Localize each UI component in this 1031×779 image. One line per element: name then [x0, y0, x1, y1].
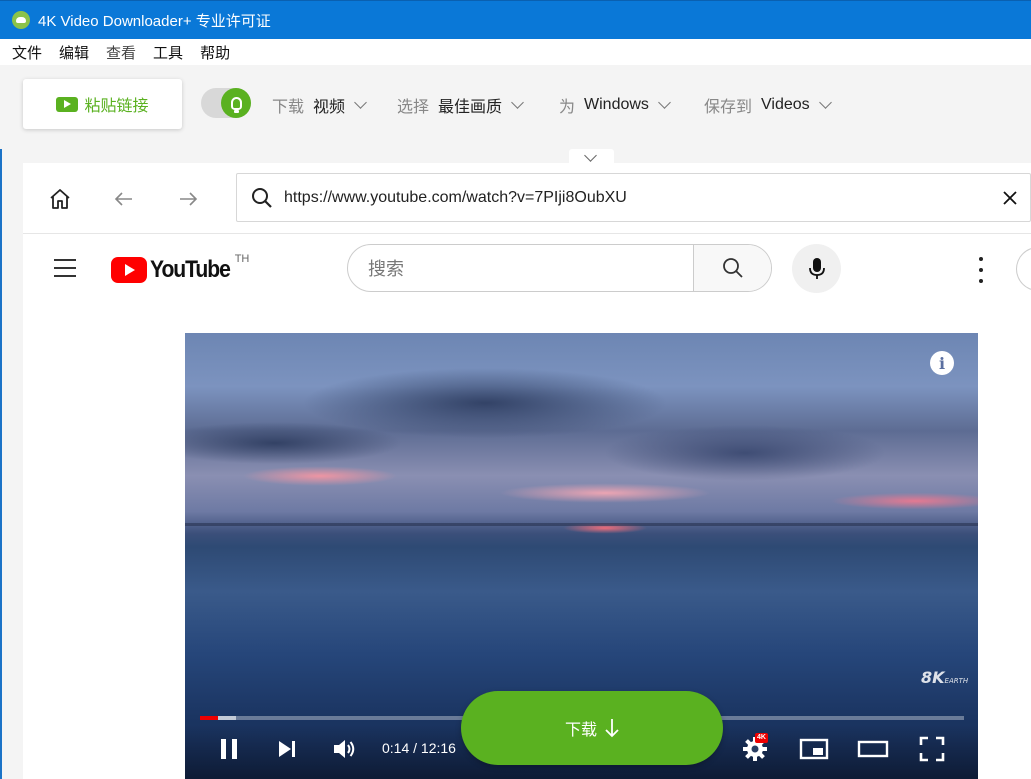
browser-panel: https://www.youtube.com/watch?v=7PIji8Ou… — [23, 163, 1031, 779]
download-label: 下载 — [564, 722, 597, 739]
chevron-down-icon — [354, 96, 367, 109]
chevron-down-icon — [511, 96, 524, 109]
chevron-down-icon — [818, 96, 832, 109]
sign-in-button[interactable] — [1016, 247, 1031, 291]
download-button[interactable]: 下载 — [461, 691, 723, 765]
back-button[interactable] — [110, 185, 138, 213]
clear-url-button[interactable] — [996, 184, 1024, 212]
download-type-key: 下载 — [272, 99, 305, 116]
menu-help[interactable]: 帮助 — [200, 42, 230, 63]
more-options-icon[interactable] — [971, 257, 991, 283]
skip-next-icon — [279, 741, 295, 757]
arrow-right-icon — [180, 192, 198, 206]
theater-mode-button[interactable] — [855, 733, 891, 765]
paste-link-label: 粘贴链接 — [84, 98, 149, 115]
arrow-down-icon — [605, 719, 619, 738]
miniplayer-icon — [799, 738, 829, 760]
chevron-down-icon — [584, 149, 597, 162]
paste-link-button[interactable]: 粘贴链接 — [23, 79, 182, 129]
settings-button[interactable]: 4K — [737, 733, 773, 765]
video-watermark: 8KEARTH — [921, 668, 968, 687]
pause-button[interactable] — [211, 733, 247, 765]
youtube-search-input[interactable]: 搜索 — [348, 245, 693, 291]
arrow-left-icon — [114, 192, 132, 206]
home-button[interactable] — [46, 185, 74, 213]
browser-navbar: https://www.youtube.com/watch?v=7PIji8Ou… — [23, 163, 1031, 234]
next-button[interactable] — [269, 733, 305, 765]
save-location-value: Videos — [761, 96, 810, 113]
download-type-value: 视频 — [313, 99, 346, 116]
fullscreen-button[interactable] — [914, 733, 950, 765]
youtube-search-button[interactable] — [693, 245, 771, 291]
menu-tools[interactable]: 工具 — [153, 42, 183, 63]
home-icon — [50, 189, 70, 209]
youtube-wordmark: YouTube — [150, 256, 231, 283]
menu-file[interactable]: 文件 — [12, 42, 42, 63]
volume-icon — [334, 740, 355, 758]
window-title: 4K Video Downloader+ 专业许可证 — [38, 12, 271, 30]
youtube-header: YouTube TH 搜索 — [23, 235, 1031, 305]
url-text[interactable]: https://www.youtube.com/watch?v=7PIji8Ou… — [284, 189, 996, 207]
search-icon — [252, 187, 272, 208]
progress-played — [200, 716, 218, 720]
smart-mode-toggle[interactable] — [201, 88, 251, 118]
app-logo-icon — [12, 11, 30, 29]
quality-badge: 4K — [755, 733, 768, 743]
menu-view[interactable]: 查看 — [106, 42, 136, 63]
platform-value: Windows — [584, 96, 649, 113]
voice-search-button[interactable] — [792, 244, 841, 293]
toggle-knob — [221, 88, 251, 118]
menu-edit[interactable]: 编辑 — [59, 42, 89, 63]
watermark-small-text: EARTH — [944, 677, 969, 685]
theater-mode-icon — [857, 740, 889, 758]
miniplayer-button[interactable] — [796, 733, 832, 765]
info-icon[interactable]: i — [930, 351, 954, 375]
forward-button[interactable] — [174, 185, 202, 213]
youtube-logo[interactable]: YouTube TH — [111, 253, 250, 285]
platform-dropdown[interactable]: 为 Windows — [559, 93, 671, 117]
chevron-down-icon — [658, 96, 671, 109]
download-toolbar: 粘贴链接 下载 视频 选择 最佳画质 为 Windows 保存到 Videos — [0, 65, 1031, 149]
fullscreen-icon — [919, 736, 945, 762]
microphone-icon — [808, 257, 825, 279]
hamburger-menu-icon[interactable] — [54, 259, 78, 279]
quality-dropdown[interactable]: 选择 最佳画质 — [397, 93, 524, 117]
video-frame — [185, 523, 978, 526]
collapse-browser-button[interactable] — [569, 149, 614, 164]
volume-button[interactable] — [327, 733, 363, 765]
url-bar[interactable]: https://www.youtube.com/watch?v=7PIji8Ou… — [236, 173, 1031, 222]
quality-key: 选择 — [397, 99, 430, 116]
pause-icon — [221, 739, 237, 759]
save-location-dropdown[interactable]: 保存到 Videos — [704, 93, 832, 117]
watermark-text: 8K — [921, 668, 945, 687]
window-border — [0, 65, 2, 779]
youtube-search-box: 搜索 — [347, 244, 772, 292]
save-location-key: 保存到 — [704, 99, 753, 116]
platform-key: 为 — [559, 99, 576, 116]
region-code: TH — [234, 253, 250, 265]
close-icon — [1003, 190, 1017, 205]
title-bar: 4K Video Downloader+ 专业许可证 — [0, 0, 1031, 39]
youtube-play-icon — [56, 96, 79, 112]
lightbulb-icon — [230, 96, 242, 113]
menu-bar: 文件 编辑 查看 工具 帮助 — [0, 39, 1031, 65]
download-type-dropdown[interactable]: 下载 视频 — [272, 93, 367, 117]
quality-value: 最佳画质 — [438, 99, 503, 116]
playback-time: 0:14 / 12:16 — [382, 740, 456, 756]
youtube-play-icon — [111, 257, 147, 283]
search-icon — [722, 258, 743, 278]
